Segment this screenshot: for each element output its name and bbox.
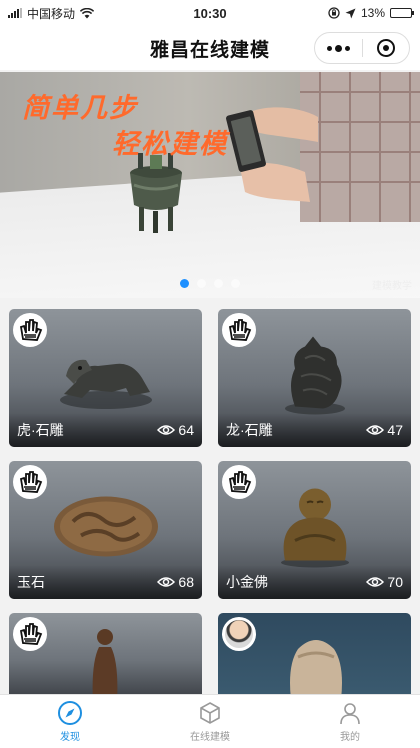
- model-card[interactable]: 龙·石雕 47: [218, 309, 411, 447]
- model-name: 虎·石雕: [17, 422, 64, 438]
- eye-icon: [157, 425, 176, 435]
- carousel-dot[interactable]: [197, 279, 206, 288]
- stone-head-thumbnail: [290, 640, 342, 699]
- eye-icon: [366, 425, 385, 435]
- model-grid: 虎·石雕 64 龙·石雕 47 玉石 68 小金佛 70: [9, 309, 411, 699]
- model-card[interactable]: 玉石 68: [9, 461, 202, 599]
- carrier-label: 中国移动: [27, 6, 76, 21]
- standing-figure-thumbnail: [92, 629, 118, 699]
- page-title: 雅昌在线建模: [149, 39, 270, 61]
- tab-label: 发现: [60, 732, 80, 743]
- model-card[interactable]: 虎·石雕 64: [9, 309, 202, 447]
- bottom-tab-bar: 发现 在线建模 我的: [0, 694, 420, 748]
- battery-icon: [390, 8, 414, 18]
- banner-headline-line2: 轻松建模: [112, 129, 228, 159]
- view-count-value: 47: [387, 422, 403, 438]
- view-count-value: 68: [178, 574, 194, 590]
- tab-discover[interactable]: 发现: [0, 695, 140, 748]
- eye-icon: [157, 577, 176, 587]
- model-name: 小金佛: [226, 574, 268, 590]
- model-name: 龙·石雕: [226, 422, 273, 438]
- model-card[interactable]: [9, 613, 202, 699]
- tab-mine[interactable]: 我的: [280, 695, 420, 748]
- model-card-footer: 玉石 68: [9, 565, 202, 599]
- carousel-dot[interactable]: [180, 279, 189, 288]
- status-bar: 中国移动 10:30 13%: [0, 0, 420, 26]
- banner-carousel[interactable]: 简单几步 轻松建模 建模教学: [0, 72, 420, 298]
- jade-stone-thumbnail: [53, 496, 158, 557]
- 3d-hand-badge-icon: [13, 617, 47, 651]
- mini-program-capsule: [314, 32, 410, 64]
- dragon-sculpture-thumbnail: [284, 336, 345, 415]
- 3d-hand-badge-icon: [13, 465, 47, 499]
- 3d-hand-badge-icon: [222, 465, 256, 499]
- tab-label: 在线建模: [190, 732, 230, 743]
- title-bar: 雅昌在线建模: [0, 26, 420, 70]
- location-icon: [345, 8, 356, 18]
- close-mini-program-button[interactable]: [363, 33, 410, 63]
- golden-buddha-thumbnail: [280, 488, 349, 568]
- model-card-footer: 小金佛 70: [218, 565, 411, 599]
- model-name: 玉石: [17, 574, 45, 590]
- 3d-hand-badge-icon: [13, 313, 47, 347]
- view-count: 47: [366, 422, 403, 438]
- banner-tag: 建模教学: [372, 281, 412, 292]
- view-count: 68: [157, 574, 194, 590]
- model-card[interactable]: 小金佛 70: [218, 461, 411, 599]
- model-card-footer: 虎·石雕 64: [9, 413, 202, 447]
- target-icon: [376, 39, 395, 57]
- view-count-value: 70: [387, 574, 403, 590]
- carousel-dot[interactable]: [231, 279, 240, 288]
- carousel-indicator: [0, 279, 420, 288]
- author-avatar: [222, 617, 256, 651]
- banner-headline-line1: 简单几步: [22, 93, 138, 123]
- tiger-sculpture-thumbnail: [59, 359, 152, 409]
- lock-rotation-icon: [328, 7, 340, 19]
- more-button[interactable]: [315, 33, 362, 63]
- model-card[interactable]: [218, 613, 411, 699]
- tab-label: 我的: [340, 732, 360, 743]
- carousel-dot[interactable]: [214, 279, 223, 288]
- eye-icon: [366, 577, 385, 587]
- model-card-footer: 龙·石雕 47: [218, 413, 411, 447]
- compass-icon: [58, 701, 82, 725]
- 3d-hand-badge-icon: [222, 313, 256, 347]
- more-dots-icon: [326, 44, 350, 52]
- view-count: 70: [366, 574, 403, 590]
- wifi-icon: [80, 7, 95, 18]
- signal-icon: [8, 8, 22, 18]
- battery-percent: 13%: [360, 6, 385, 20]
- cube-icon: [200, 702, 220, 724]
- view-count-value: 64: [178, 422, 194, 438]
- tab-online-modeling[interactable]: 在线建模: [140, 695, 280, 748]
- view-count: 64: [157, 422, 194, 438]
- bronze-vessel: [130, 153, 182, 233]
- user-icon: [340, 703, 360, 725]
- avatar: [223, 618, 255, 650]
